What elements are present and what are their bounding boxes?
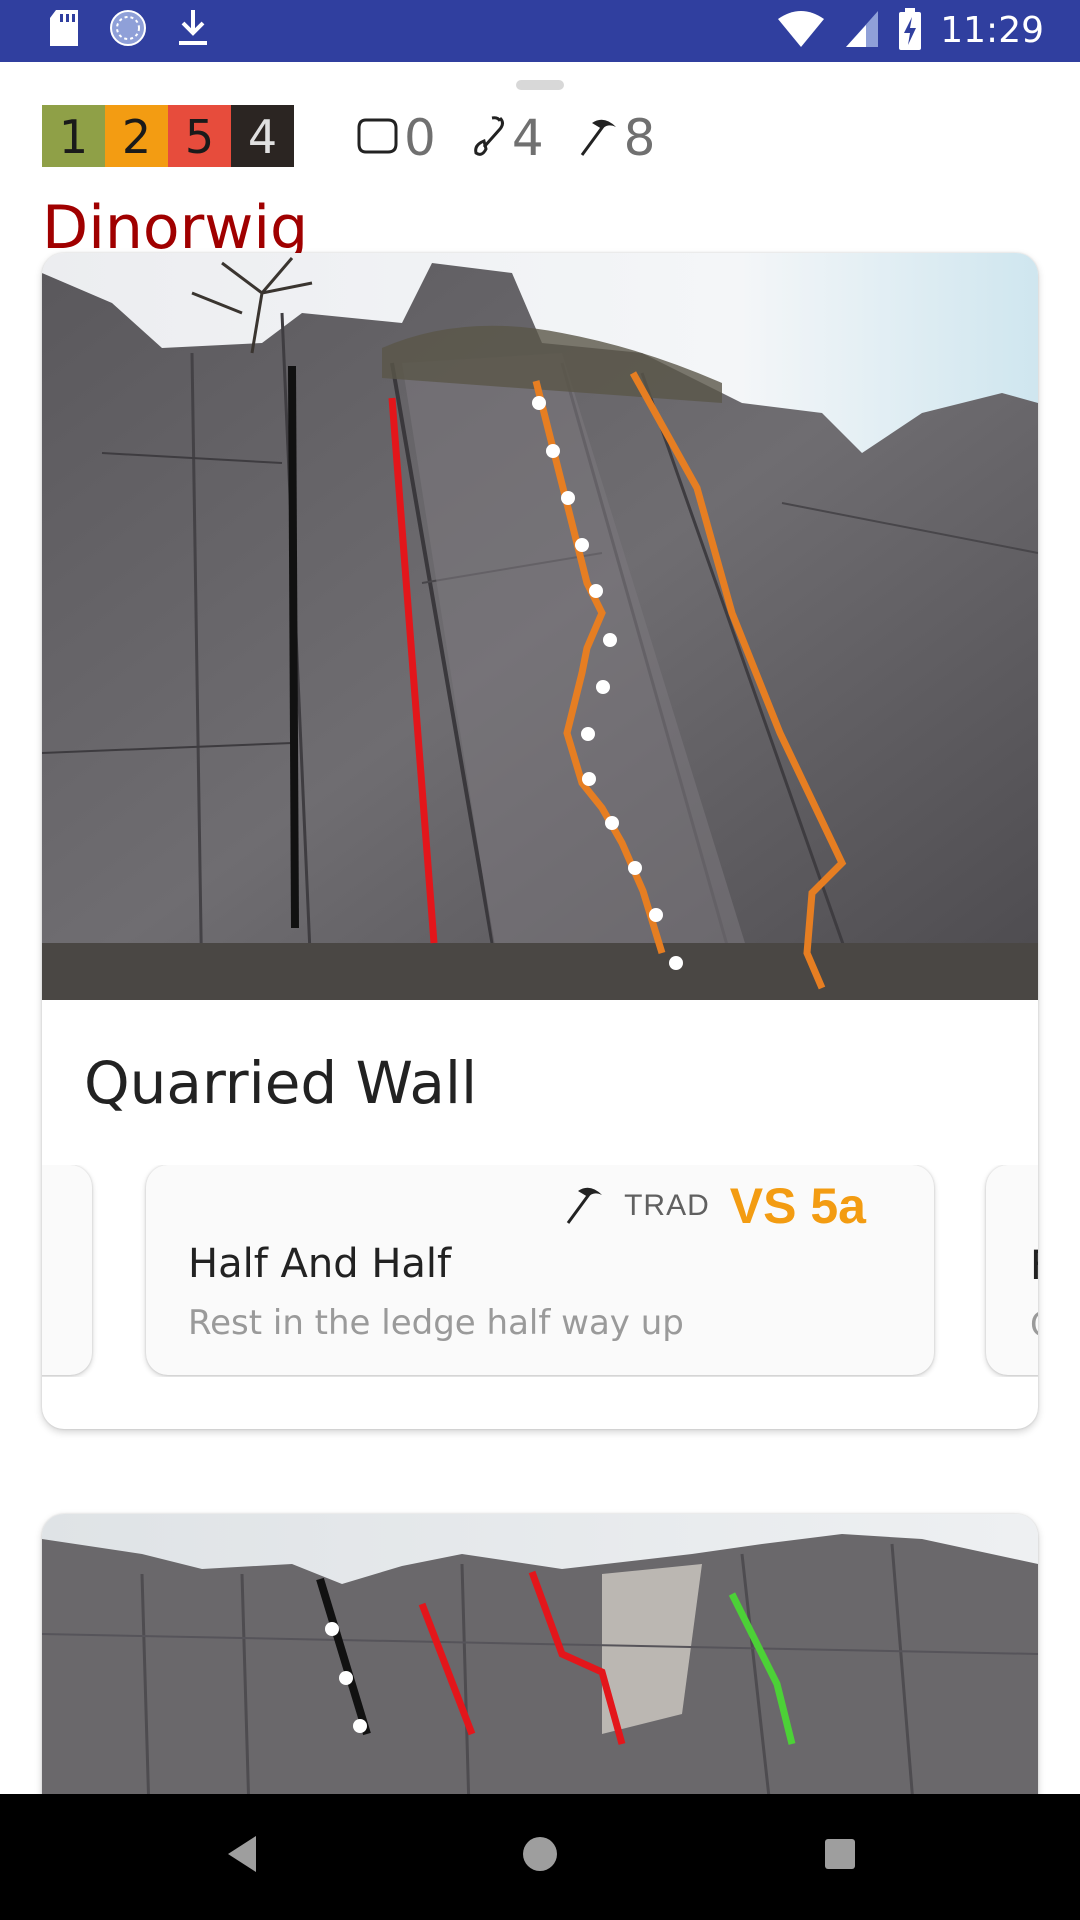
screen: 11:29 1 2 5 4 0 4 8 Dinorwig Quarried Wa… bbox=[0, 0, 1080, 1920]
boulder-icon bbox=[356, 116, 398, 161]
route-grade: VS 5a bbox=[729, 1178, 866, 1234]
route-name: F bbox=[1030, 1243, 1038, 1289]
recents-button[interactable] bbox=[820, 1824, 860, 1889]
ice-axe-icon bbox=[564, 1183, 604, 1230]
route-description: Rest in the ledge half way up bbox=[188, 1303, 684, 1343]
download-icon bbox=[176, 8, 210, 53]
ice-axe-icon bbox=[578, 115, 618, 162]
battery-charging-icon bbox=[898, 7, 922, 56]
route-card-next[interactable]: F C bbox=[986, 1165, 1038, 1375]
status-time: 11:29 bbox=[940, 10, 1044, 51]
route-style: TRAD bbox=[624, 1189, 710, 1222]
grade-count-extreme: 4 bbox=[231, 105, 294, 167]
sector-title: Quarried Wall bbox=[84, 1049, 478, 1117]
sector-card-quarried-wall[interactable]: Quarried Wall TRAD VS 5a Half And Half R… bbox=[42, 253, 1038, 1429]
route-meta: TRAD VS 5a bbox=[564, 1177, 866, 1235]
back-button[interactable] bbox=[222, 1824, 262, 1889]
quickdraw-icon bbox=[470, 115, 506, 162]
route-card-half-and-half[interactable]: TRAD VS 5a Half And Half Rest in the led… bbox=[146, 1165, 934, 1375]
route-card-previous[interactable] bbox=[42, 1165, 92, 1375]
route-carousel[interactable]: TRAD VS 5a Half And Half Rest in the led… bbox=[42, 1165, 1038, 1377]
sd-card-icon bbox=[48, 8, 80, 53]
grade-count-strip: 1 2 5 4 bbox=[42, 105, 294, 167]
sport-count: 4 bbox=[470, 106, 544, 170]
style-counts: 0 4 8 bbox=[356, 106, 679, 170]
navigation-bar bbox=[0, 1794, 1080, 1920]
boulder-count: 0 bbox=[356, 106, 436, 170]
grade-count-easy: 1 bbox=[42, 105, 105, 167]
grade-count-medium: 2 bbox=[105, 105, 168, 167]
wifi-icon bbox=[776, 9, 826, 54]
route-name: Half And Half bbox=[188, 1241, 452, 1287]
home-button[interactable] bbox=[520, 1824, 560, 1889]
drag-handle[interactable] bbox=[516, 80, 564, 90]
trad-count: 8 bbox=[578, 106, 655, 170]
sector-topo-photo[interactable] bbox=[42, 253, 1038, 1000]
cell-signal-icon bbox=[844, 9, 880, 54]
status-bar: 11:29 bbox=[0, 0, 1080, 62]
route-description: C bbox=[1030, 1305, 1038, 1345]
sync-icon bbox=[108, 8, 148, 53]
grade-count-hard: 5 bbox=[168, 105, 231, 167]
